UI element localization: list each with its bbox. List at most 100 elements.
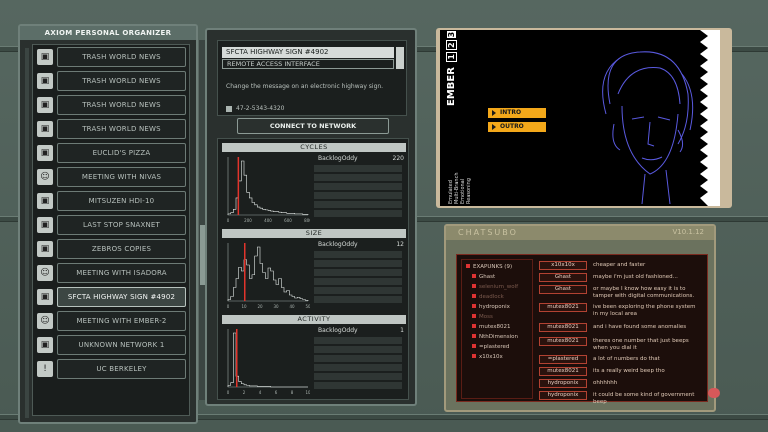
graph-axis xyxy=(227,157,308,216)
channel-name: =plastered xyxy=(479,344,510,350)
contact-label: MEETING WITH ISADORA xyxy=(57,263,186,283)
message-nick: mutex8021 xyxy=(539,337,587,346)
network-description: Change the message on an electronic high… xyxy=(226,83,384,90)
network-subtitle: REMOTE ACCESS INTERFACE xyxy=(222,59,394,69)
user-icon xyxy=(472,304,476,308)
network-info: SFCTA HIGHWAY SIGN #4902 REMOTE ACCESS I… xyxy=(217,40,407,116)
chatsubo-version: V10.1.12 xyxy=(672,228,704,236)
graph-row xyxy=(314,183,402,190)
tick-label: 400 xyxy=(264,218,272,223)
message-text: a lot of numbers do that xyxy=(593,356,660,362)
stats-graphs: CYCLESBacklogOddy2200200400600800SIZEBac… xyxy=(217,138,409,400)
contact-list: ▣ TRASH WORLD NEWS ▣ TRASH WORLD NEWS ▣ TRASH… xyxy=(32,44,190,416)
channel-name: Ghast xyxy=(479,274,496,280)
graph-row xyxy=(314,269,402,276)
user-icon xyxy=(472,284,476,288)
person-icon: ☺ xyxy=(37,169,53,185)
message-nick: x10x10x xyxy=(539,261,587,270)
info-scrollbar[interactable] xyxy=(396,47,404,69)
contact-item[interactable]: ▣ EUCLID'S PIZZA xyxy=(37,143,186,163)
ember-screen: EMBER 123 Emulated Multi-Branch Emotional R… xyxy=(440,30,718,206)
contact-label: UC BERKELEY xyxy=(57,359,186,379)
organizer-window: AXIOM PERSONAL ORGANIZER ▣ TRASH WORLD NE… xyxy=(18,24,198,424)
group-icon: ▣ xyxy=(37,241,53,257)
contact-item[interactable]: ▣ TRASH WORLD NEWS xyxy=(37,119,186,139)
channel-item[interactable]: hydroponix xyxy=(472,304,510,310)
histogram: 0 200 400 600 800 xyxy=(227,157,310,223)
list-scrollbar[interactable] xyxy=(25,48,29,418)
contact-item[interactable]: ☺ MEETING WITH ISADORA xyxy=(37,263,186,283)
tick-label: 20 xyxy=(257,304,263,309)
chat-area: EXAPUNKS (9) Ghast selenium_wolf deadlock hy… xyxy=(456,254,708,405)
channel-name: deadlock xyxy=(479,294,504,300)
organizer-title: AXIOM PERSONAL ORGANIZER xyxy=(20,26,196,40)
channel-name: selenium_wolf xyxy=(479,284,519,290)
message-nick: hydroponix xyxy=(539,391,587,400)
message-nick: mutex8021 xyxy=(539,323,587,332)
contact-label: MEETING WITH NIVAS xyxy=(57,167,186,187)
message-nick: mutex8021 xyxy=(539,367,587,376)
group-icon: ▣ xyxy=(37,217,53,233)
contact-item[interactable]: ▣ TRASH WORLD NEWS xyxy=(37,71,186,91)
contact-label: EUCLID'S PIZZA xyxy=(57,143,186,163)
contact-item[interactable]: ▣ UNKNOWN NETWORK 1 xyxy=(37,335,186,355)
message-text: it could be some kind of government beep xyxy=(593,392,695,405)
intro-button[interactable]: INTRO xyxy=(488,108,546,118)
contact-label: TRASH WORLD NEWS xyxy=(57,71,186,91)
graph-row xyxy=(314,364,402,371)
tick-label: 0 xyxy=(227,218,230,223)
contact-item[interactable]: ▣ TRASH WORLD NEWS xyxy=(37,95,186,115)
contact-item[interactable]: ▣ LAST STOP SNAXNET xyxy=(37,215,186,235)
channel-item[interactable]: x10x10x xyxy=(472,354,503,360)
contact-item[interactable]: ▣ ZEBROS COPIES xyxy=(37,239,186,259)
zigzag-edge xyxy=(700,30,720,206)
graph-user: BacklogOddy xyxy=(318,327,358,334)
network-title: SFCTA HIGHWAY SIGN #4902 xyxy=(222,47,394,58)
outro-button[interactable]: OUTRO xyxy=(488,122,546,132)
contact-item[interactable]: ▣ SFCTA HIGHWAY SIGN #4902 xyxy=(37,287,186,307)
channel-name: x10x10x xyxy=(479,354,503,360)
tick-label: 200 xyxy=(244,218,252,223)
channel-item[interactable]: mutex8021 xyxy=(472,324,511,330)
channel-item[interactable]: selenium_wolf xyxy=(472,284,518,290)
channel-item[interactable]: =plastered xyxy=(472,344,509,350)
group-icon: ▣ xyxy=(37,49,53,65)
channel-name: EXAPUNKS (9) xyxy=(473,264,513,270)
tick-label: 30 xyxy=(273,304,279,309)
group-icon: ▣ xyxy=(37,121,53,137)
channel-item[interactable]: Moss xyxy=(472,314,493,320)
channel-item[interactable]: NthDimension xyxy=(472,334,518,340)
message-text: or maybe I know how easy it is to tamper… xyxy=(593,286,695,299)
contact-item[interactable]: ☺ MEETING WITH NIVAS xyxy=(37,167,186,187)
phone-icon xyxy=(226,105,232,112)
graph-row xyxy=(314,382,402,389)
connect-button[interactable]: CONNECT TO NETWORK xyxy=(237,118,389,134)
contact-label: TRASH WORLD NEWS xyxy=(57,119,186,139)
graph-row xyxy=(314,296,402,303)
contact-label: SFCTA HIGHWAY SIGN #4902 xyxy=(57,287,186,307)
histogram-line xyxy=(227,246,309,301)
contact-label: UNKNOWN NETWORK 1 xyxy=(57,335,186,355)
ember-digit: 1 xyxy=(446,52,457,62)
contact-item[interactable]: ☺ MEETING WITH EMBER-2 xyxy=(37,311,186,331)
contact-item[interactable]: ! UC BERKELEY xyxy=(37,359,186,379)
graph-title: ACTIVITY xyxy=(222,315,406,324)
tick-label: 6 xyxy=(275,390,278,395)
graph-value: 12 xyxy=(396,241,404,248)
graph-marker xyxy=(244,243,246,301)
contact-item[interactable]: ▣ MITSUZEN HDI-10 xyxy=(37,191,186,211)
ember-digit: 2 xyxy=(446,40,457,50)
group-icon: ▣ xyxy=(37,97,53,113)
message-text: its a really weird beep tho xyxy=(593,368,665,374)
graph-row xyxy=(314,201,402,208)
tick-label: 600 xyxy=(284,218,292,223)
graph-row xyxy=(314,174,402,181)
channel-item[interactable]: Ghast xyxy=(472,274,495,280)
histogram-line xyxy=(227,160,309,215)
channel-item[interactable]: EXAPUNKS (9) xyxy=(466,264,512,270)
ember-logo: EMBER 123 xyxy=(446,30,457,106)
channel-item[interactable]: deadlock xyxy=(472,294,504,300)
contact-item[interactable]: ▣ TRASH WORLD NEWS xyxy=(37,47,186,67)
graph-title: SIZE xyxy=(222,229,406,238)
tick-label: 50 xyxy=(305,304,310,309)
